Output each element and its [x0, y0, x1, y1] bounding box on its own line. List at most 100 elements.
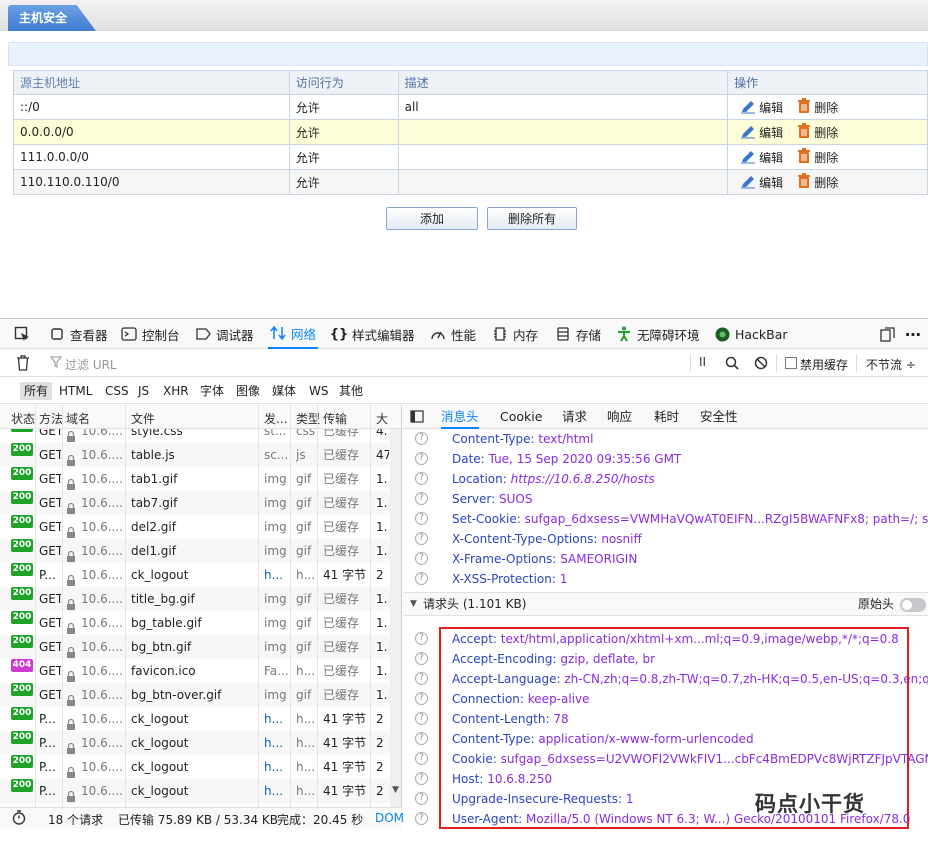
domain-cell: 10.6....	[81, 760, 123, 774]
edit-button[interactable]: 编辑	[740, 124, 783, 142]
request-row[interactable]: 200 P... 10.6.... ck_logout h... h... 41 字节 2	[0, 707, 390, 731]
delete-button[interactable]: 删除	[797, 122, 838, 142]
dock-button[interactable]	[879, 319, 900, 349]
request-list-scrollbar[interactable]	[390, 429, 401, 807]
request-row[interactable]: 200 GET 10.6.... tab7.gif img gif 已缓存 1.	[0, 491, 390, 515]
request-row[interactable]: 404 GET 10.6.... favicon.ico Fa... h... 已缓存 1.	[0, 659, 390, 683]
help-icon[interactable]: ?	[415, 652, 428, 665]
tab-headers[interactable]: 消息头	[441, 405, 479, 429]
type-js[interactable]: JS	[134, 382, 153, 400]
delete-button[interactable]: 删除	[797, 147, 839, 167]
col-file[interactable]: 文件	[131, 410, 155, 427]
help-icon[interactable]: ?	[415, 692, 428, 705]
raw-headers-toggle[interactable]	[900, 598, 926, 612]
request-row[interactable]: 200 P... 10.6.... ck_logout h... h... 41 字节 2	[0, 779, 390, 803]
type-other[interactable]: 其他	[335, 382, 367, 400]
help-icon[interactable]: ?	[415, 572, 428, 585]
type-ws[interactable]: WS	[305, 382, 332, 400]
col-initiator[interactable]: 发...	[264, 410, 287, 427]
element-picker-button[interactable]	[14, 319, 35, 349]
delete-all-button[interactable]: 删除所有	[487, 207, 577, 230]
help-icon[interactable]: ?	[415, 732, 428, 745]
help-icon[interactable]: ?	[415, 492, 428, 505]
request-row[interactable]: 200 GET 10.6.... bg_table.gif img gif 已缓存 1.	[0, 611, 390, 635]
col-domain[interactable]: 域名	[66, 410, 90, 427]
tab-timings[interactable]: 耗时	[654, 405, 679, 429]
request-row[interactable]: 200 GET 10.6.... tab1.gif img gif 已缓存 1.	[0, 467, 390, 491]
help-icon[interactable]: ?	[415, 752, 428, 765]
edit-button[interactable]: 编辑	[740, 174, 783, 192]
tool-console[interactable]: 控制台	[121, 319, 180, 349]
request-row[interactable]: 200 P... 10.6.... ck_logout h... h... 41 字节 2	[0, 731, 390, 755]
pause-button[interactable]: II	[699, 355, 706, 369]
tool-memory[interactable]: 内存	[492, 319, 538, 349]
type-html[interactable]: HTML	[55, 382, 96, 400]
tool-storage[interactable]: 存储	[555, 319, 601, 349]
help-icon[interactable]: ?	[415, 452, 428, 465]
col-status[interactable]: 状态	[11, 410, 35, 427]
help-icon[interactable]: ?	[415, 632, 428, 645]
request-row[interactable]: 200 GET 10.6.... bg_btn-over.gif img gif 已缓存 1.	[0, 683, 390, 707]
type-media[interactable]: 媒体	[268, 382, 300, 400]
add-button[interactable]: 添加	[386, 207, 478, 230]
throttle-select[interactable]: 不节流 ÷	[866, 356, 916, 373]
help-icon[interactable]: ?	[415, 772, 428, 785]
tool-inspector[interactable]: 查看器	[49, 319, 108, 349]
type-css[interactable]: CSS	[101, 382, 133, 400]
tool-accessibility[interactable]: 无障碍环境	[616, 319, 700, 349]
toggle-sidebar-icon[interactable]	[410, 410, 424, 426]
disable-cache-checkbox[interactable]	[785, 357, 797, 369]
scroll-down-arrow-icon[interactable]: ▼	[392, 785, 399, 795]
edit-button[interactable]: 编辑	[740, 149, 783, 167]
help-icon[interactable]: ?	[415, 552, 428, 565]
tab-cookie[interactable]: Cookie	[500, 405, 542, 429]
help-icon[interactable]: ?	[415, 672, 428, 685]
request-row[interactable]: 200 GET 10.6.... table.js sc... js 已缓存 47	[0, 443, 390, 467]
col-method[interactable]: 方法	[39, 410, 63, 427]
search-icon[interactable]	[725, 356, 739, 373]
web-page: 主机安全 源主机地址 访问行为 描述 操作 ::/0 允许 all 编辑 删除 0.0.0…	[0, 0, 928, 318]
trash-icon[interactable]	[16, 355, 30, 374]
header-entry: Content-Type: text/html	[452, 429, 593, 449]
file-cell: ck_logout	[131, 784, 189, 798]
delete-button[interactable]: 删除	[797, 172, 838, 192]
help-icon[interactable]: ?	[415, 472, 428, 485]
type-fonts[interactable]: 字体	[196, 382, 228, 400]
request-row[interactable]: 200 P... 10.6.... ck_logout h... h... 41 字节 2	[0, 563, 390, 587]
tool-performance[interactable]: 性能	[430, 319, 476, 349]
host-security-tab[interactable]: 主机安全	[8, 5, 96, 31]
help-icon[interactable]: ?	[415, 812, 428, 825]
tab-security[interactable]: 安全性	[700, 405, 738, 429]
more-options-button[interactable]: ⋯	[905, 319, 926, 349]
help-icon[interactable]: ?	[415, 712, 428, 725]
delete-button[interactable]: 删除	[797, 97, 838, 117]
help-icon[interactable]: ?	[415, 512, 428, 525]
tab-request[interactable]: 请求	[562, 405, 587, 429]
help-icon[interactable]: ?	[415, 792, 428, 805]
block-icon[interactable]	[754, 356, 768, 373]
tool-network[interactable]: 网络	[268, 319, 319, 349]
help-icon[interactable]: ?	[415, 432, 428, 445]
type-cell: h...	[296, 736, 316, 750]
type-all[interactable]: 所有	[20, 382, 53, 400]
edit-button[interactable]: 编辑	[740, 99, 783, 117]
type-xhr[interactable]: XHR	[159, 382, 193, 400]
request-row[interactable]: 200 GET 10.6.... del1.gif img gif 已缓存 1.	[0, 539, 390, 563]
tool-style-editor[interactable]: {} 样式编辑器	[330, 319, 415, 349]
delete-label: 删除	[814, 150, 839, 165]
request-row[interactable]: 200 GET 10.6.... title_bg.gif img gif 已缓存 1.	[0, 587, 390, 611]
type-images[interactable]: 图像	[232, 382, 264, 400]
help-icon[interactable]: ?	[415, 532, 428, 545]
tool-hackbar[interactable]: HackBar	[714, 319, 788, 349]
filter-url-input[interactable]: 过滤 URL	[65, 356, 117, 373]
request-row[interactable]: 200 P... 10.6.... ck_logout h... h... 41 字节 2	[0, 755, 390, 779]
request-row[interactable]: 200 GET 10.6.... del2.gif img gif 已缓存 1.	[0, 515, 390, 539]
tool-debugger[interactable]: 调试器	[195, 319, 254, 349]
tab-response[interactable]: 响应	[607, 405, 632, 429]
request-headers-section[interactable]: ▼ 请求头 (1.101 KB) 原始头	[403, 592, 928, 616]
transfer-cell: 41 字节	[323, 760, 367, 774]
request-row[interactable]: 200 GET 10.6.... bg_btn.gif img gif 已缓存 1.	[0, 635, 390, 659]
col-size[interactable]: 大	[376, 410, 388, 427]
col-transfer[interactable]: 传输	[323, 410, 347, 427]
collapse-arrow-icon[interactable]: ▼	[410, 593, 417, 615]
